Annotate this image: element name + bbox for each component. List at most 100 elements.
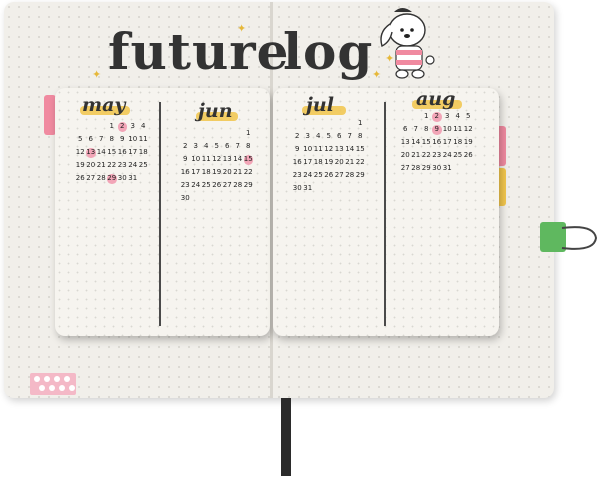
calendar-day: 2 (295, 132, 300, 140)
calendar-day: 10 (303, 145, 313, 153)
calendar-day: 21 (411, 151, 421, 159)
calendar-day: 5 (326, 132, 331, 140)
calendar-day: 6 (225, 142, 230, 150)
calendar-day: 1 (246, 129, 251, 137)
calendar-day: 23 (292, 171, 302, 179)
column-divider (159, 102, 161, 326)
calendar-day: 16 (180, 168, 190, 176)
calendar-blank (345, 117, 356, 130)
calendar-day: 20 (86, 161, 96, 169)
calendar-day: 29 (106, 172, 118, 185)
calendar-day: 28 (411, 164, 421, 172)
calendar-day: 13 (334, 145, 344, 153)
calendar-day: 13 (222, 155, 232, 163)
calendar-day: 5 (78, 135, 83, 143)
calendar-day: 18 (453, 138, 463, 146)
calendar-day: 27 (334, 171, 344, 179)
calendar-day: 26 (463, 151, 473, 159)
calendar-day: 16 (117, 148, 127, 156)
calendar-day: 17 (303, 158, 313, 166)
calendar-day: 7 (347, 132, 352, 140)
calendar-day: 7 (235, 142, 240, 150)
calendar-day: 16 (292, 158, 302, 166)
calendar-day: 9 (431, 123, 443, 136)
sparkle-decoration: ✦ (92, 68, 102, 81)
calendar-day: 11 (138, 135, 148, 143)
calendar-may: 1 2 3 4 5 6 7 8 9 10 11 12 13 14 15 16 17 18 19 20 21 22 23 24 2… (75, 120, 149, 185)
calendar-blank (303, 117, 314, 130)
calendar-day: 18 (138, 148, 148, 156)
calendar-day: 6 (337, 132, 342, 140)
calendar-day: 6 (88, 135, 93, 143)
calendar-day: 3 (130, 122, 135, 130)
calendar-day: 15 (355, 145, 365, 153)
calendar-day: 29 (355, 171, 365, 179)
calendar-day: 20 (334, 158, 344, 166)
calendar-blank (292, 117, 303, 130)
calendar-day: 16 (432, 138, 442, 146)
calendar-day: 1 (109, 122, 114, 130)
calendar-blank (222, 127, 233, 140)
sparkle-decoration: ✦ (237, 22, 247, 35)
calendar-day: 9 (295, 145, 300, 153)
calendar-day: 14 (411, 138, 421, 146)
calendar-blank (180, 127, 191, 140)
calendar-day: 29 (421, 164, 431, 172)
calendar-day: 15 (421, 138, 431, 146)
month-jun: jun (198, 100, 233, 122)
calendar-day: 12 (463, 125, 473, 133)
calendar-blank (233, 127, 244, 140)
ribbon-bookmark (281, 398, 291, 476)
calendar-day: 6 (403, 125, 408, 133)
calendar-day: 23 (180, 181, 190, 189)
calendar-day: 24 (442, 151, 452, 159)
calendar-day: 12 (75, 148, 85, 156)
calendar-day: 25 (313, 171, 323, 179)
calendar-day: 25 (453, 151, 463, 159)
calendar-day: 13 (400, 138, 410, 146)
calendar-day: 30 (180, 194, 190, 202)
calendar-blank (313, 117, 324, 130)
calendar-day: 22 (107, 161, 117, 169)
calendar-day: 21 (96, 161, 106, 169)
calendar-day: 11 (313, 145, 323, 153)
calendar-day: 8 (358, 132, 363, 140)
binder-clip-handle (561, 226, 598, 250)
calendar-day: 31 (442, 164, 452, 172)
title-future: future (108, 22, 290, 81)
calendar-day: 5 (214, 142, 219, 150)
calendar-blank (334, 117, 345, 130)
calendar-day: 4 (455, 112, 460, 120)
calendar-day: 8 (424, 125, 429, 133)
calendar-day: 12 (212, 155, 222, 163)
calendar-day: 7 (99, 135, 104, 143)
calendar-day: 11 (453, 125, 463, 133)
calendar-day: 27 (400, 164, 410, 172)
calendar-day: 17 (191, 168, 201, 176)
calendar-day: 30 (432, 164, 442, 172)
calendar-day: 19 (463, 138, 473, 146)
calendar-day: 31 (128, 174, 138, 182)
calendar-day: 29 (243, 181, 253, 189)
column-divider (384, 102, 386, 326)
calendar-blank (86, 120, 97, 133)
month-may: may (82, 94, 126, 116)
calendar-day: 18 (313, 158, 323, 166)
calendar-blank (96, 120, 107, 133)
calendar-day: 9 (120, 135, 125, 143)
calendar-day: 24 (191, 181, 201, 189)
calendar-day: 17 (442, 138, 452, 146)
calendar-day: 5 (466, 112, 471, 120)
calendar-day: 24 (128, 161, 138, 169)
calendar-aug: 1 2 3 4 5 6 7 8 9 10 11 12 13 14 15 16 17 18 19 20 21 22 23 24 2… (400, 110, 474, 175)
title-log: log (283, 22, 374, 81)
calendar-day: 31 (303, 184, 313, 192)
calendar-blank (411, 110, 422, 123)
calendar-day: 1 (358, 119, 363, 127)
calendar-blank (212, 127, 223, 140)
calendar-day: 2 (431, 110, 443, 123)
calendar-blank (400, 110, 411, 123)
calendar-day: 3 (305, 132, 310, 140)
calendar-day: 19 (75, 161, 85, 169)
calendar-day: 28 (345, 171, 355, 179)
